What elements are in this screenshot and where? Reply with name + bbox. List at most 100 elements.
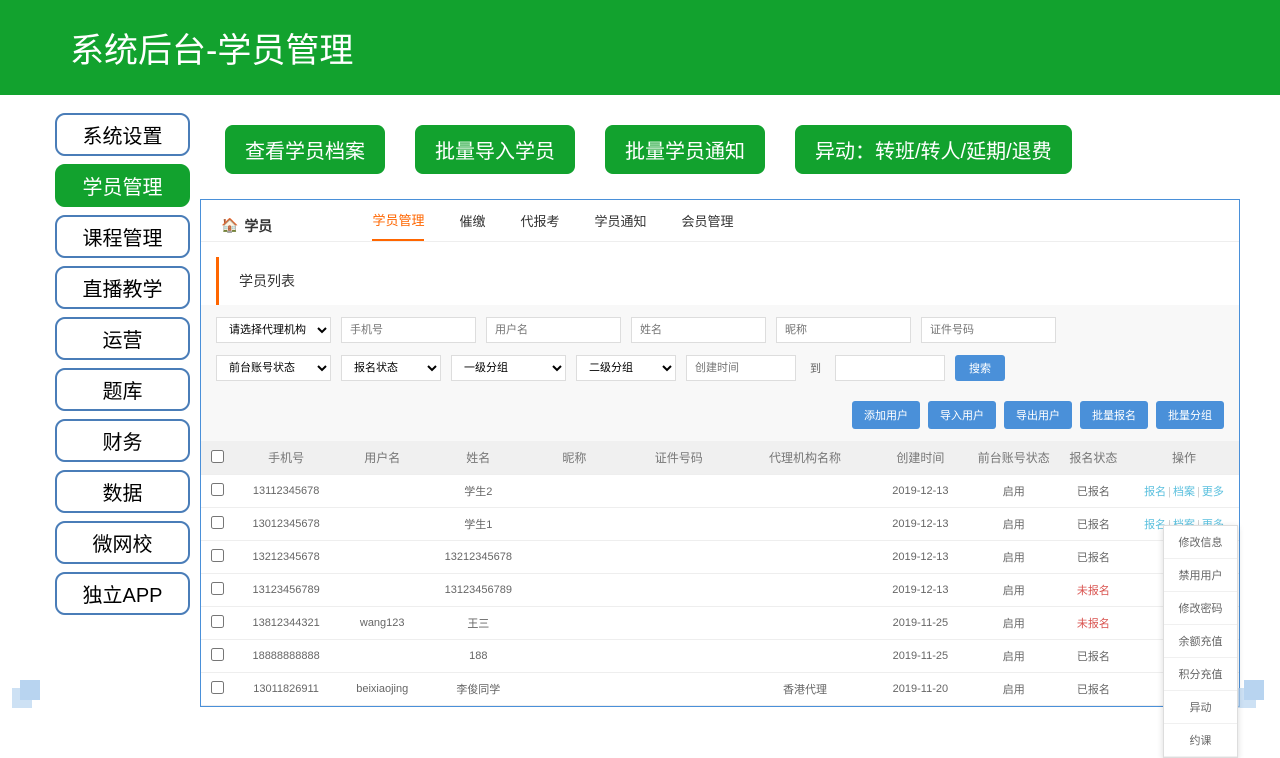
tab-student-notify[interactable]: 学员通知 bbox=[594, 211, 646, 240]
cell-reg: 已报名 bbox=[1058, 541, 1129, 574]
group1-select[interactable]: 一级分组 bbox=[451, 355, 566, 381]
sidebar-item-finance[interactable]: 财务 bbox=[55, 419, 190, 462]
view-profile-button[interactable]: 查看学员档案 bbox=[225, 125, 385, 174]
sidebar-item-system[interactable]: 系统设置 bbox=[55, 113, 190, 156]
account-status-select[interactable]: 前台账号状态 bbox=[216, 355, 331, 381]
sidebar-item-operation[interactable]: 运营 bbox=[55, 317, 190, 360]
dropdown-change-pwd[interactable]: 修改密码 bbox=[1164, 592, 1237, 625]
cell-name: 学生1 bbox=[426, 508, 530, 541]
username-input[interactable] bbox=[486, 317, 621, 343]
sidebar-item-live[interactable]: 直播教学 bbox=[55, 266, 190, 309]
th-nick: 昵称 bbox=[530, 441, 618, 475]
home-icon: 🏠 bbox=[221, 217, 238, 234]
cell-nick bbox=[530, 640, 618, 673]
action-file[interactable]: 档案 bbox=[1173, 486, 1195, 498]
cell-status: 启用 bbox=[970, 574, 1058, 607]
page-title: 系统后台-学员管理 bbox=[70, 23, 353, 72]
sidebar-item-app[interactable]: 独立APP bbox=[55, 572, 190, 615]
group2-select[interactable]: 二级分组 bbox=[576, 355, 676, 381]
th-status: 前台账号状态 bbox=[970, 441, 1058, 475]
main-container: 系统设置 学员管理 课程管理 直播教学 运营 题库 财务 数据 微网校 独立AP… bbox=[0, 95, 1280, 707]
cell-reg: 已报名 bbox=[1058, 640, 1129, 673]
dropdown-edit-info[interactable]: 修改信息 bbox=[1164, 526, 1237, 559]
bulk-group-button[interactable]: 批量分组 bbox=[1156, 401, 1224, 429]
cell-cert bbox=[618, 640, 739, 673]
cell-nick bbox=[530, 508, 618, 541]
cell-status: 启用 bbox=[970, 640, 1058, 673]
create-time-from-input[interactable] bbox=[686, 355, 796, 381]
cell-agent bbox=[739, 574, 871, 607]
table-header-row: 手机号 用户名 姓名 昵称 证件号码 代理机构名称 创建时间 前台账号状态 报名… bbox=[201, 441, 1239, 475]
sidebar-item-data[interactable]: 数据 bbox=[55, 470, 190, 513]
cell-status: 启用 bbox=[970, 607, 1058, 640]
cell-phone: 13011826911 bbox=[234, 673, 338, 706]
cell-reg: 已报名 bbox=[1058, 475, 1129, 508]
dropdown-disable-user[interactable]: 禁用用户 bbox=[1164, 559, 1237, 592]
name-input[interactable] bbox=[631, 317, 766, 343]
row-checkbox[interactable] bbox=[211, 516, 224, 529]
dropdown-balance-recharge[interactable]: 余额充值 bbox=[1164, 625, 1237, 658]
bulk-row: 添加用户 导入用户 导出用户 批量报名 批量分组 bbox=[201, 393, 1239, 441]
transfer-button[interactable]: 异动：转班/转人/延期/退费 bbox=[795, 125, 1072, 174]
sidebar-item-course[interactable]: 课程管理 bbox=[55, 215, 190, 258]
bulk-reg-button[interactable]: 批量报名 bbox=[1080, 401, 1148, 429]
th-reg: 报名状态 bbox=[1058, 441, 1129, 475]
cell-name: 李俊同学 bbox=[426, 673, 530, 706]
table-row: 13212345678132123456782019-12-13启用已报名 bbox=[201, 541, 1239, 574]
add-user-button[interactable]: 添加用户 bbox=[852, 401, 920, 429]
tab-member[interactable]: 会员管理 bbox=[682, 211, 734, 240]
cell-name: 13212345678 bbox=[426, 541, 530, 574]
export-user-button[interactable]: 导出用户 bbox=[1004, 401, 1072, 429]
cell-agent bbox=[739, 508, 871, 541]
cell-date: 2019-12-13 bbox=[871, 475, 970, 508]
row-checkbox[interactable] bbox=[211, 582, 224, 595]
dropdown-points-recharge[interactable]: 积分充值 bbox=[1164, 658, 1237, 691]
cell-nick bbox=[530, 475, 618, 508]
tabs-row: 🏠 学员 学员管理 催缴 代报考 学员通知 会员管理 bbox=[201, 200, 1239, 242]
filter-row-1: 请选择代理机构 bbox=[201, 305, 1239, 355]
row-checkbox[interactable] bbox=[211, 648, 224, 661]
more-dropdown-menu: 修改信息 禁用用户 修改密码 余额充值 积分充值 异动 约课 bbox=[1163, 525, 1238, 758]
table-row: 188888888881882019-11-25启用已报名 bbox=[201, 640, 1239, 673]
cell-agent bbox=[739, 640, 871, 673]
cell-name: 13123456789 bbox=[426, 574, 530, 607]
nickname-input[interactable] bbox=[776, 317, 911, 343]
action-reg[interactable]: 报名 bbox=[1144, 486, 1166, 498]
bulk-notify-button[interactable]: 批量学员通知 bbox=[605, 125, 765, 174]
import-user-button[interactable]: 导入用户 bbox=[928, 401, 996, 429]
tab-student-manage[interactable]: 学员管理 bbox=[372, 210, 424, 241]
cert-input[interactable] bbox=[921, 317, 1056, 343]
cell-user bbox=[338, 508, 426, 541]
sidebar-item-quiz[interactable]: 题库 bbox=[55, 368, 190, 411]
search-button[interactable]: 搜索 bbox=[955, 355, 1005, 381]
tab-proxy-exam[interactable]: 代报考 bbox=[520, 211, 559, 240]
sidebar-item-webschool[interactable]: 微网校 bbox=[55, 521, 190, 564]
select-all-checkbox[interactable] bbox=[211, 450, 224, 463]
dropdown-book[interactable]: 约课 bbox=[1164, 724, 1237, 757]
cell-phone: 18888888888 bbox=[234, 640, 338, 673]
th-agent: 代理机构名称 bbox=[739, 441, 871, 475]
cell-user bbox=[338, 640, 426, 673]
reg-status-select[interactable]: 报名状态 bbox=[341, 355, 441, 381]
panel: 🏠 学员 学员管理 催缴 代报考 学员通知 会员管理 学员列表 请选择代理机构 … bbox=[200, 199, 1240, 707]
agency-select[interactable]: 请选择代理机构 bbox=[216, 317, 331, 343]
create-time-to-input[interactable] bbox=[835, 355, 945, 381]
row-checkbox[interactable] bbox=[211, 615, 224, 628]
to-label: 到 bbox=[806, 355, 825, 381]
tab-remind[interactable]: 催缴 bbox=[459, 211, 485, 240]
cell-agent: 香港代理 bbox=[739, 673, 871, 706]
row-checkbox[interactable] bbox=[211, 483, 224, 496]
cell-nick bbox=[530, 541, 618, 574]
row-checkbox[interactable] bbox=[211, 681, 224, 694]
cell-cert bbox=[618, 508, 739, 541]
action-more[interactable]: 更多 bbox=[1202, 486, 1224, 498]
tabs-label: 学员 bbox=[244, 216, 272, 236]
dropdown-transfer[interactable]: 异动 bbox=[1164, 691, 1237, 724]
cell-phone: 13123456789 bbox=[234, 574, 338, 607]
phone-input[interactable] bbox=[341, 317, 476, 343]
th-date: 创建时间 bbox=[871, 441, 970, 475]
sidebar-item-student[interactable]: 学员管理 bbox=[55, 164, 190, 207]
row-checkbox[interactable] bbox=[211, 549, 224, 562]
cell-status: 启用 bbox=[970, 475, 1058, 508]
bulk-import-button[interactable]: 批量导入学员 bbox=[415, 125, 575, 174]
